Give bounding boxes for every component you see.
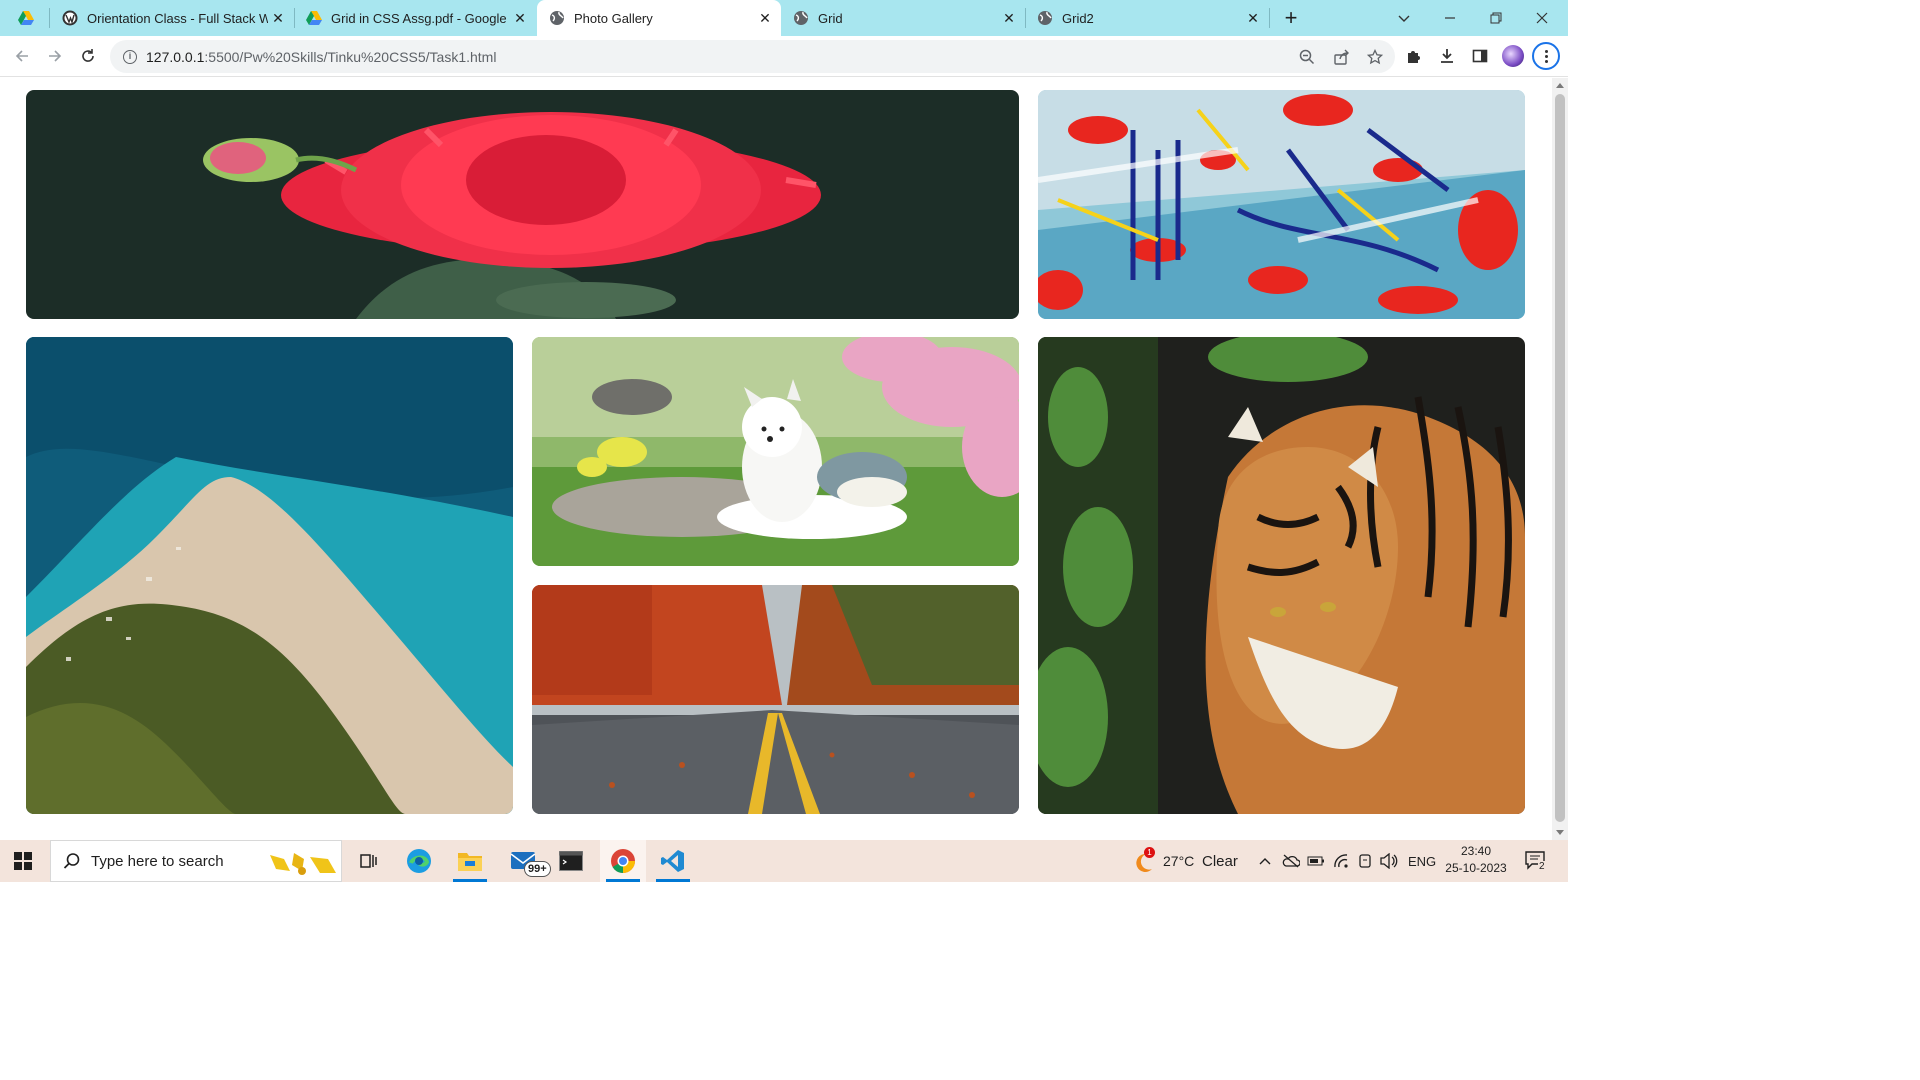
- tab-grid[interactable]: Grid ✕: [781, 0, 1025, 36]
- windows-taskbar: Type here to search 99+ 1 27°C Clear ENG…: [0, 840, 1568, 882]
- weather-temp[interactable]: 27°C: [1163, 840, 1194, 882]
- gallery-photo-aerial-beach: [26, 337, 513, 814]
- tab-title: Photo Gallery: [574, 10, 653, 26]
- notification-count: 2: [1538, 861, 1546, 872]
- tab-google-drive[interactable]: [6, 0, 46, 36]
- restore-icon[interactable]: [1478, 0, 1514, 36]
- forward-arrow-icon: [49, 50, 62, 62]
- gallery-photo-white-dog: [532, 337, 1019, 566]
- close-tab-icon[interactable]: ✕: [510, 10, 530, 27]
- close-tab-icon[interactable]: ✕: [268, 10, 288, 27]
- mail-badge: 99+: [524, 861, 551, 877]
- file-explorer-icon[interactable]: [447, 840, 493, 882]
- vscode-icon[interactable]: [650, 840, 696, 882]
- show-hidden-icons-chevron-icon[interactable]: [1258, 840, 1272, 882]
- back-arrow-icon: [15, 50, 28, 62]
- weather-alert-badge: 1: [1144, 847, 1155, 858]
- tab-title: Grid in CSS Assg.pdf - Google D: [331, 10, 510, 26]
- url-path: :5500/Pw%20Skills/Tinku%20CSS5/Task1.htm…: [204, 48, 497, 65]
- globe-icon: [794, 11, 808, 25]
- weather-icon[interactable]: 1: [1130, 847, 1155, 874]
- extensions-puzzle-icon[interactable]: [1402, 44, 1426, 68]
- globe-icon: [1038, 11, 1052, 25]
- notification-center-icon[interactable]: 2: [1524, 850, 1550, 874]
- address-bar[interactable]: i 127.0.0.1:5500/Pw%20Skills/Tinku%20CSS…: [110, 40, 1395, 73]
- scroll-thumb[interactable]: [1555, 94, 1565, 822]
- forward-button[interactable]: [41, 42, 69, 70]
- download-icon[interactable]: [1435, 44, 1459, 68]
- windows-start-icon[interactable]: [14, 852, 32, 870]
- tab-strip: Orientation Class - Full Stack We ✕ Grid…: [0, 0, 1568, 36]
- tab-grid2[interactable]: Grid2 ✕: [1025, 0, 1269, 36]
- close-tab-icon[interactable]: ✕: [755, 10, 775, 27]
- volume-icon[interactable]: [1380, 840, 1398, 882]
- bookmark-star-icon[interactable]: [1365, 47, 1385, 67]
- mail-icon[interactable]: 99+: [501, 840, 551, 882]
- profile-avatar[interactable]: [1502, 45, 1524, 67]
- battery-icon[interactable]: [1307, 840, 1325, 882]
- reload-icon: [82, 49, 94, 62]
- chrome-menu-button[interactable]: [1532, 42, 1560, 70]
- share-icon[interactable]: [1331, 47, 1351, 67]
- clock-time: 23:40: [1460, 844, 1492, 858]
- gallery-photo-autumn-road: [532, 585, 1019, 814]
- tab-grid-pdf[interactable]: Grid in CSS Assg.pdf - Google D ✕: [294, 0, 536, 36]
- globe-icon: [550, 11, 564, 25]
- tab-title: Orientation Class - Full Stack We: [87, 10, 268, 26]
- page-viewport: [0, 78, 1552, 840]
- terminal-icon[interactable]: [548, 840, 594, 882]
- weather-condition[interactable]: Clear: [1202, 840, 1238, 882]
- task-view-icon[interactable]: [346, 840, 392, 882]
- minimize-icon[interactable]: [1432, 0, 1468, 36]
- search-icon: [63, 853, 80, 869]
- google-drive-icon: [306, 11, 322, 25]
- edge-icon[interactable]: [396, 840, 442, 882]
- new-tab-button[interactable]: +: [1276, 0, 1306, 36]
- language-indicator[interactable]: ENG: [1408, 840, 1436, 882]
- onedrive-offline-icon[interactable]: [1282, 840, 1300, 882]
- zoom-icon[interactable]: [1297, 47, 1317, 67]
- gallery-photo-tiger: [1038, 337, 1525, 814]
- meet-now-icon[interactable]: [1357, 840, 1373, 882]
- tab-search-chevron-icon[interactable]: [1390, 0, 1418, 36]
- chrome-icon[interactable]: [600, 840, 646, 882]
- clock-date: 25-10-2023: [1445, 861, 1507, 875]
- page-scrollbar[interactable]: [1552, 78, 1568, 840]
- gallery-photo-red-dahlia: [26, 90, 1019, 319]
- reload-button[interactable]: [74, 42, 102, 70]
- tab-title: Grid: [818, 10, 843, 26]
- google-drive-icon: [18, 11, 34, 25]
- browser-toolbar: i 127.0.0.1:5500/Pw%20Skills/Tinku%20CSS…: [0, 36, 1568, 77]
- tab-orientation-class[interactable]: Orientation Class - Full Stack We ✕: [50, 0, 294, 36]
- scroll-up-icon[interactable]: [1556, 83, 1564, 88]
- wifi-icon[interactable]: [1333, 840, 1349, 882]
- site-info-icon[interactable]: i: [123, 49, 137, 64]
- wordpress-icon: [62, 10, 78, 26]
- taskbar-search-box[interactable]: Type here to search: [50, 840, 342, 882]
- scroll-down-icon[interactable]: [1556, 830, 1564, 835]
- close-window-icon[interactable]: [1524, 0, 1560, 36]
- tab-photo-gallery[interactable]: Photo Gallery ✕: [537, 0, 781, 36]
- side-panel-icon[interactable]: [1468, 44, 1492, 68]
- url-host: 127.0.0.1: [146, 48, 205, 65]
- close-tab-icon[interactable]: ✕: [999, 10, 1019, 27]
- back-button[interactable]: [8, 42, 36, 70]
- close-tab-icon[interactable]: ✕: [1243, 10, 1263, 27]
- search-highlight-icon: [270, 853, 336, 875]
- clock[interactable]: 23:40 25-10-2023: [1436, 843, 1516, 877]
- search-placeholder: Type here to search: [91, 852, 224, 870]
- tab-title: Grid2: [1062, 10, 1094, 26]
- gallery-photo-abstract-art: [1038, 90, 1525, 319]
